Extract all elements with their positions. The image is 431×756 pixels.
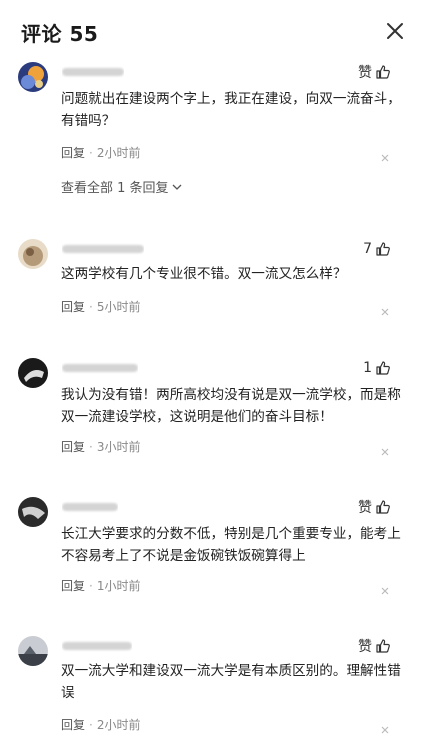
- thumbs-up-icon: [376, 500, 390, 514]
- view-all-replies-label: 查看全部 1 条回复: [61, 181, 169, 196]
- dismiss-icon[interactable]: [380, 581, 390, 595]
- reply-button[interactable]: 回复: [61, 577, 85, 594]
- reply-button[interactable]: 回复: [61, 716, 85, 733]
- dismiss-icon[interactable]: [380, 148, 390, 162]
- comment-text: 我认为没有错！两所高校均没有说是双一流学校，而是称双一流建设学校，这说明是他们的…: [61, 387, 401, 425]
- timestamp: 2小时前: [96, 146, 141, 160]
- view-all-replies-link[interactable]: 查看全部 1 条回复: [61, 177, 183, 196]
- header: 评论 55: [0, 0, 431, 62]
- dismiss-icon[interactable]: [380, 442, 390, 456]
- close-icon[interactable]: [384, 20, 406, 42]
- comment-meta: 回复 · 3小时前: [61, 438, 141, 455]
- timestamp: 5小时前: [96, 300, 141, 314]
- like-count: 赞: [358, 500, 372, 516]
- chevron-down-icon: [172, 184, 182, 190]
- avatar[interactable]: [18, 636, 48, 666]
- timestamp: 3小时前: [96, 440, 141, 454]
- like-count: 1: [363, 360, 372, 376]
- avatar[interactable]: [18, 239, 48, 269]
- username[interactable]: [62, 241, 144, 255]
- thumbs-up-icon: [376, 242, 390, 256]
- reply-button[interactable]: 回复: [61, 298, 85, 315]
- timestamp: 2小时前: [96, 718, 141, 732]
- comment-text: 这两学校有几个专业很不错。双一流又怎么样？: [61, 266, 347, 282]
- username[interactable]: [62, 360, 138, 374]
- comment-text: 问题就出在建设两个字上，我正在建设，向双一流奋斗，有错吗？: [61, 91, 401, 129]
- comment-meta: 回复 · 1小时前: [61, 577, 141, 594]
- comment-meta: 回复 · 5小时前: [61, 298, 141, 315]
- avatar[interactable]: [18, 62, 48, 92]
- avatar[interactable]: [18, 358, 48, 388]
- dismiss-icon[interactable]: [380, 720, 390, 734]
- comment-text: 双一流大学和建设双一流大学是有本质区别的。理解性错误: [61, 663, 401, 701]
- reply-button[interactable]: 回复: [61, 438, 85, 455]
- timestamp: 1小时前: [96, 579, 141, 593]
- comment-meta: 回复 · 2小时前: [61, 144, 141, 161]
- avatar[interactable]: [18, 497, 48, 527]
- like-button[interactable]: 赞: [358, 497, 391, 517]
- username[interactable]: [62, 64, 124, 78]
- like-count: 7: [363, 241, 372, 257]
- comment-meta: 回复 · 2小时前: [61, 716, 141, 733]
- reply-button[interactable]: 回复: [61, 144, 85, 161]
- dismiss-icon[interactable]: [380, 302, 390, 316]
- like-button[interactable]: 1: [363, 358, 391, 378]
- like-button[interactable]: 7: [363, 239, 391, 259]
- like-button[interactable]: 赞: [358, 62, 391, 82]
- like-button[interactable]: 赞: [358, 636, 391, 656]
- thumbs-up-icon: [376, 65, 390, 79]
- like-count: 赞: [358, 65, 372, 81]
- username[interactable]: [62, 638, 132, 652]
- comment-text: 长江大学要求的分数不低，特别是几个重要专业，能考上不容易考上了不说是金饭碗铁饭碗…: [61, 526, 401, 564]
- page-title: 评论 55: [21, 22, 99, 46]
- username[interactable]: [62, 499, 118, 513]
- like-count: 赞: [358, 639, 372, 655]
- thumbs-up-icon: [376, 639, 390, 653]
- thumbs-up-icon: [376, 361, 390, 375]
